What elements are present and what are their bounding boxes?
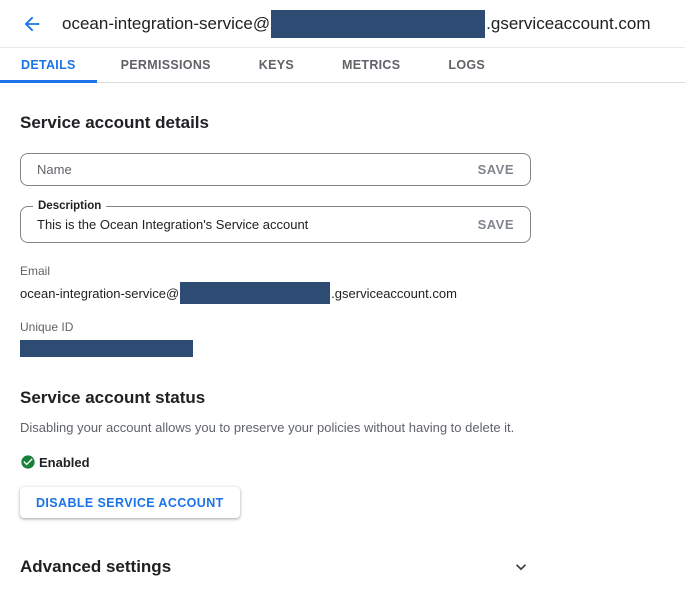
chevron-down-icon[interactable] <box>511 557 531 577</box>
advanced-section-heading: Advanced settings <box>20 557 171 577</box>
tab-details-label: DETAILS <box>21 58 76 72</box>
redacted-project-id-title <box>271 10 485 38</box>
status-section-heading: Service account status <box>20 388 665 408</box>
email-value: ocean-integration-service@ .gserviceaccou… <box>20 282 665 304</box>
unique-id-label: Unique ID <box>20 320 665 334</box>
tab-keys-label: KEYS <box>259 58 294 72</box>
page-title: ocean-integration-service@ .gserviceaccou… <box>62 10 651 38</box>
details-section-heading: Service account details <box>20 113 665 133</box>
tab-logs[interactable]: LOGS <box>424 48 509 82</box>
check-circle-icon <box>20 454 36 470</box>
name-input[interactable] <box>37 162 466 177</box>
tab-metrics-label: METRICS <box>342 58 400 72</box>
redacted-unique-id <box>20 340 193 357</box>
description-field-label: Description <box>33 199 106 213</box>
disable-service-account-button[interactable]: DISABLE SERVICE ACCOUNT <box>20 487 240 518</box>
status-description: Disabling your account allows you to pre… <box>20 420 665 436</box>
description-field: Description SAVE <box>20 206 531 243</box>
main-content: Service account details SAVE Description… <box>0 113 685 577</box>
redacted-project-id-email <box>180 282 330 304</box>
arrow-back-icon <box>21 13 43 35</box>
back-button[interactable] <box>20 12 44 36</box>
email-label: Email <box>20 264 665 278</box>
tab-details[interactable]: DETAILS <box>0 48 97 82</box>
page-title-suffix: .gserviceaccount.com <box>486 14 650 34</box>
tab-bar: DETAILS PERMISSIONS KEYS METRICS LOGS <box>0 48 685 83</box>
page-header: ocean-integration-service@ .gserviceaccou… <box>0 0 685 48</box>
tab-keys[interactable]: KEYS <box>235 48 318 82</box>
name-field: SAVE <box>20 153 531 186</box>
description-input[interactable] <box>37 217 466 232</box>
tab-logs-label: LOGS <box>448 58 485 72</box>
email-value-suffix: .gserviceaccount.com <box>331 286 457 301</box>
status-badge: Enabled <box>39 455 90 470</box>
email-value-prefix: ocean-integration-service@ <box>20 286 179 301</box>
page-title-prefix: ocean-integration-service@ <box>62 14 270 34</box>
tab-permissions-label: PERMISSIONS <box>121 58 211 72</box>
advanced-settings-toggle[interactable]: Advanced settings <box>20 557 531 577</box>
tab-metrics[interactable]: METRICS <box>318 48 424 82</box>
tab-permissions[interactable]: PERMISSIONS <box>97 48 235 82</box>
status-row: Enabled <box>20 454 665 470</box>
description-save-button[interactable]: SAVE <box>478 217 514 232</box>
name-save-button[interactable]: SAVE <box>478 162 514 177</box>
